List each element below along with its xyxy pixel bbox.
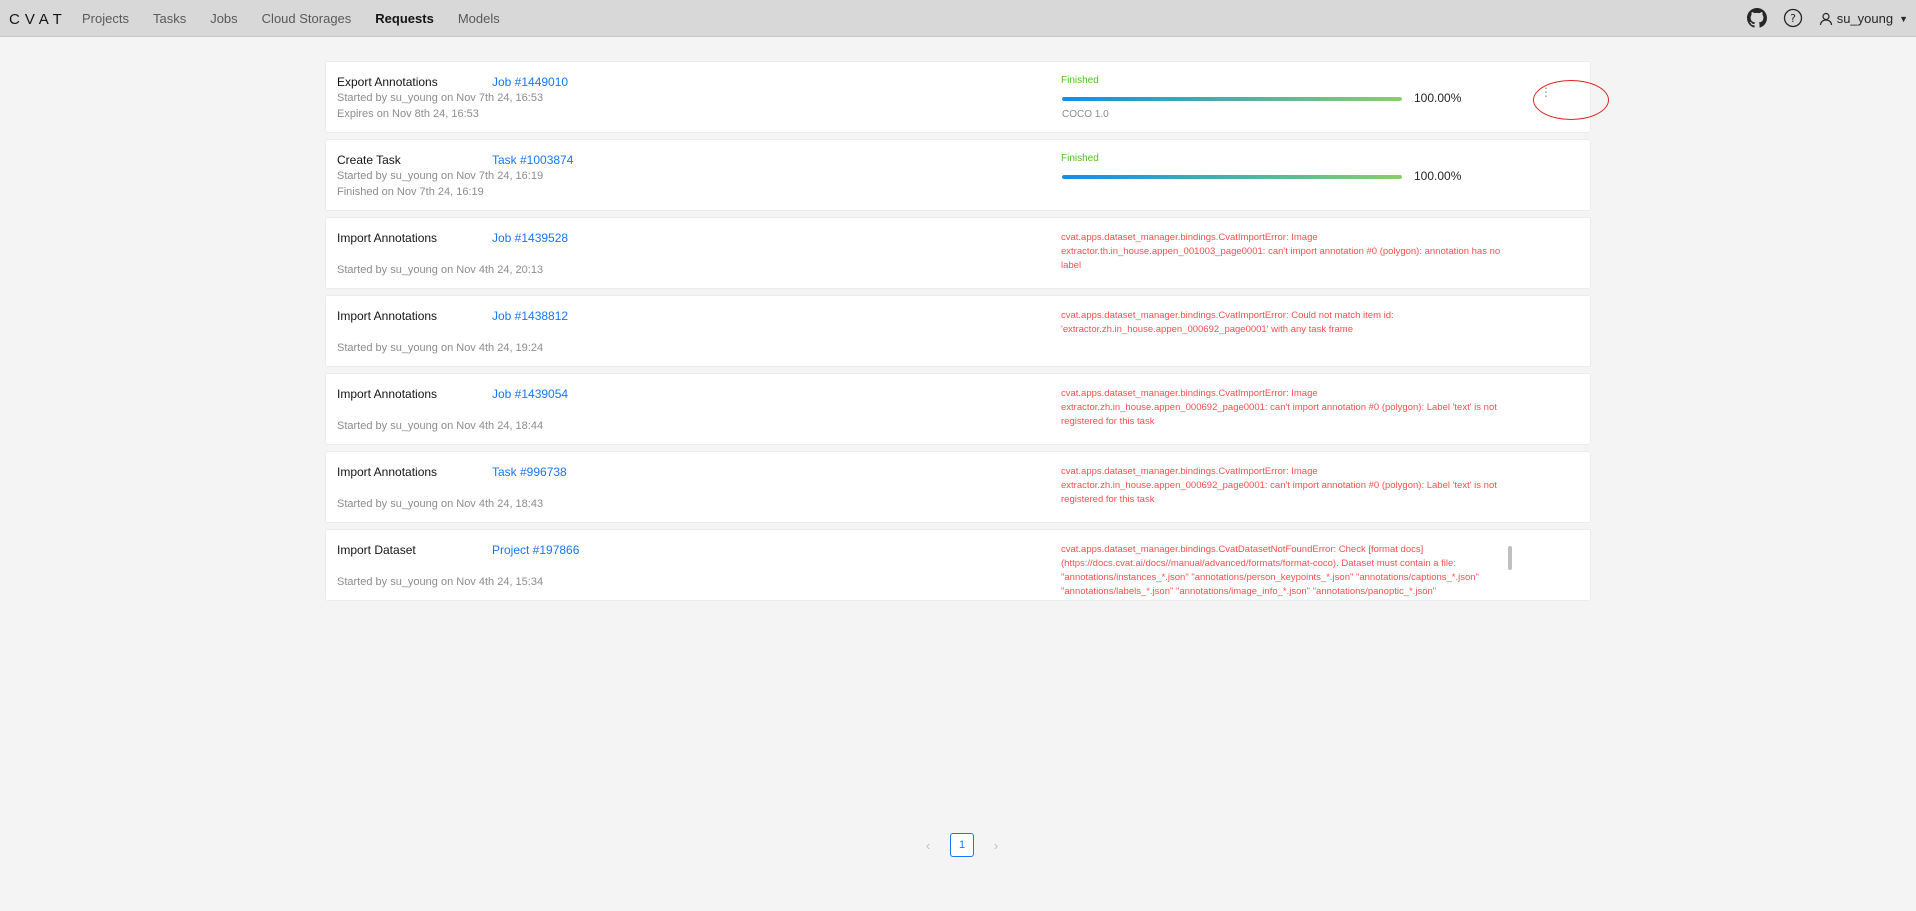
request-started: Started by su_young on Nov 4th 24, 15:34	[337, 576, 544, 588]
request-card: Export Annotations Job #1449010 Started …	[325, 61, 1591, 133]
request-started: Started by su_young on Nov 7th 24, 16:19	[337, 170, 544, 182]
request-status: Finished	[1061, 75, 1099, 86]
request-target-link[interactable]: Task #996738	[492, 465, 567, 479]
svg-text:?: ?	[1790, 12, 1796, 25]
request-started: Started by su_young on Nov 4th 24, 20:13	[337, 264, 544, 276]
page-1-button[interactable]: 1	[950, 833, 974, 857]
prev-page-icon[interactable]: ‹	[918, 838, 938, 853]
header-actions: ? su_young ▼	[1746, 0, 1916, 37]
progress-bar	[1062, 175, 1402, 179]
request-target-link[interactable]: Job #1439528	[492, 231, 568, 245]
pagination: ‹ 1 ›	[918, 833, 1006, 857]
request-card: Import Annotations Task #996738 Started …	[325, 451, 1591, 523]
progress-bar	[1062, 97, 1402, 101]
next-page-icon[interactable]: ›	[986, 838, 1006, 853]
request-operation: Export Annotations	[337, 75, 438, 89]
nav-cloud-storages[interactable]: Cloud Storages	[262, 11, 352, 26]
request-target-link[interactable]: Project #197866	[492, 543, 579, 557]
request-finished: Finished on Nov 7th 24, 16:19	[337, 186, 484, 198]
help-icon[interactable]: ?	[1783, 8, 1805, 30]
github-icon[interactable]	[1746, 7, 1769, 30]
request-error-message: cvat.apps.dataset_manager.bindings.CvatI…	[1061, 310, 1394, 335]
request-operation: Import Dataset	[337, 543, 416, 557]
request-format: COCO 1.0	[1062, 109, 1109, 120]
nav-models[interactable]: Models	[458, 11, 500, 26]
request-card: Create Task Task #1003874 Started by su_…	[325, 139, 1591, 211]
request-target-link[interactable]: Task #1003874	[492, 153, 573, 167]
nav-tasks[interactable]: Tasks	[153, 11, 186, 26]
progress-percent: 100.00%	[1414, 169, 1462, 183]
request-error-message[interactable]: cvat.apps.dataset_manager.bindings.CvatD…	[1061, 543, 1511, 597]
caret-down-icon: ▼	[1899, 13, 1908, 24]
progress-bar-fill	[1062, 97, 1402, 101]
request-operation: Import Annotations	[337, 309, 438, 323]
highlight-circle	[1533, 80, 1609, 120]
request-card: Import Annotations Job #1439528 Started …	[325, 217, 1591, 289]
request-started: Started by su_young on Nov 4th 24, 18:43	[337, 498, 544, 510]
request-error-message: cvat.apps.dataset_manager.bindings.CvatI…	[1061, 466, 1497, 505]
request-card: Import Annotations Job #1438812 Started …	[325, 295, 1591, 367]
request-started: Started by su_young on Nov 4th 24, 19:24	[337, 342, 544, 354]
cvat-logo[interactable]: CVAT	[9, 11, 67, 28]
request-card: Import Dataset Project #197866 Started b…	[325, 529, 1591, 601]
user-menu[interactable]: su_young ▼	[1819, 11, 1908, 26]
user-icon	[1819, 12, 1832, 25]
request-target-link[interactable]: Job #1449010	[492, 75, 568, 89]
request-target-link[interactable]: Job #1438812	[492, 309, 568, 323]
request-error-message: cvat.apps.dataset_manager.bindings.CvatI…	[1061, 232, 1501, 271]
nav-requests[interactable]: Requests	[375, 11, 434, 26]
progress-percent: 100.00%	[1414, 91, 1462, 105]
request-expires: Expires on Nov 8th 24, 16:53	[337, 108, 479, 120]
request-operation: Create Task	[337, 153, 401, 167]
request-error-message: cvat.apps.dataset_manager.bindings.CvatI…	[1061, 388, 1497, 427]
nav-jobs[interactable]: Jobs	[210, 11, 237, 26]
request-operation: Import Annotations	[337, 231, 438, 245]
request-started: Started by su_young on Nov 7th 24, 16:53	[337, 92, 544, 104]
progress-bar-fill	[1062, 175, 1402, 179]
request-operation: Import Annotations	[337, 465, 438, 479]
request-operation: Import Annotations	[337, 387, 438, 401]
request-target-link[interactable]: Job #1439054	[492, 387, 568, 401]
request-card: Import Annotations Job #1439054 Started …	[325, 373, 1591, 445]
main-nav: Projects Tasks Jobs Cloud Storages Reque…	[70, 0, 512, 37]
error-scrollbar[interactable]	[1508, 546, 1512, 570]
requests-list: Export Annotations Job #1449010 Started …	[325, 61, 1591, 607]
nav-projects[interactable]: Projects	[82, 11, 129, 26]
request-status: Finished	[1061, 153, 1099, 164]
username: su_young	[1836, 11, 1894, 26]
top-header: CVAT Projects Tasks Jobs Cloud Storages …	[0, 0, 1916, 37]
request-started: Started by su_young on Nov 4th 24, 18:44	[337, 420, 544, 432]
